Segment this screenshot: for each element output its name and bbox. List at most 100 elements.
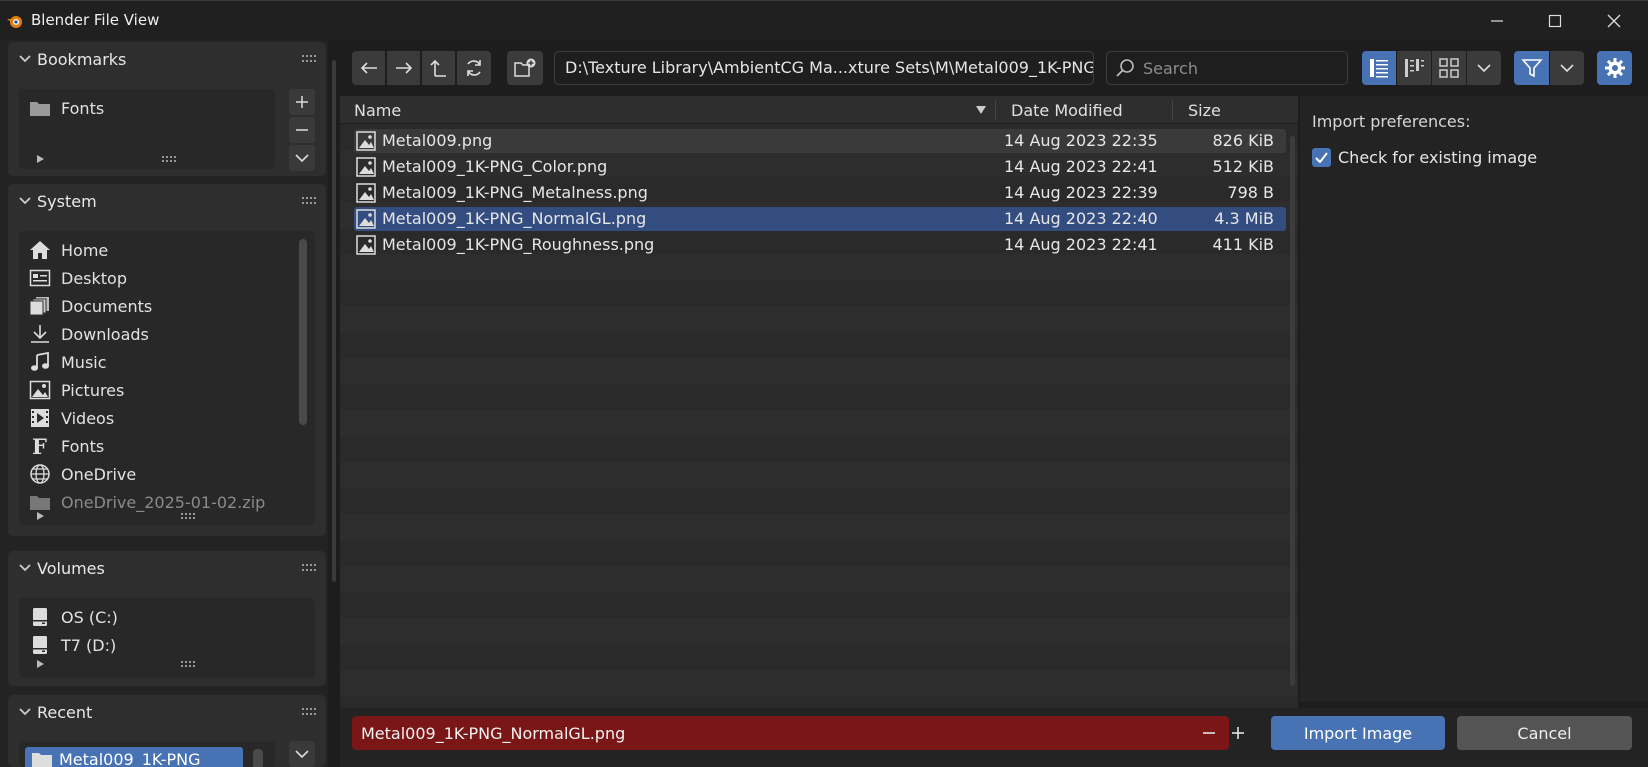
sidebar-item-music[interactable]: Music	[29, 349, 107, 375]
add-bookmark-button[interactable]	[289, 89, 315, 115]
maximize-button[interactable]	[1532, 5, 1578, 37]
cancel-button[interactable]: Cancel	[1457, 716, 1632, 750]
sidebar-item-pictures[interactable]: Pictures	[29, 377, 124, 403]
search-input[interactable]	[1143, 57, 1339, 79]
chevron-down-icon	[19, 564, 31, 572]
plus-icon[interactable]	[1231, 726, 1245, 740]
sidebar-item-recent-selected[interactable]: Metal009_1K-PNG	[25, 747, 243, 767]
sidebar-item-t7-d[interactable]: T7 (D:)	[29, 632, 116, 658]
search-field[interactable]	[1106, 51, 1348, 85]
system-header[interactable]: System	[8, 184, 326, 220]
sidebar-scrollbar[interactable]	[299, 239, 307, 425]
file-date: 14 Aug 2023 22:41	[1004, 235, 1158, 254]
expand-arrow-icon[interactable]	[37, 512, 44, 520]
thumbnail-view-button[interactable]	[1432, 51, 1466, 85]
column-date-header[interactable]: Date Modified	[1011, 101, 1123, 120]
file-row[interactable]: Metal009_1K-PNG_NormalGL.png 14 Aug 2023 …	[354, 207, 1286, 231]
volumes-header[interactable]: Volumes	[8, 551, 326, 587]
drag-grip-icon[interactable]	[302, 55, 316, 63]
file-date: 14 Aug 2023 22:41	[1004, 157, 1158, 176]
remove-bookmark-button[interactable]	[289, 117, 315, 143]
sidebar-item-os-c[interactable]: OS (C:)	[29, 604, 118, 630]
back-button[interactable]	[352, 51, 385, 85]
sidebar-item-label: Metal009_1K-PNG	[59, 750, 201, 767]
sort-descending-icon[interactable]	[976, 106, 986, 114]
parent-directory-button[interactable]	[422, 51, 455, 85]
sidebar: Bookmarks Fonts System Home Desktop Docu…	[0, 40, 328, 767]
recent-header[interactable]: Recent	[8, 695, 326, 731]
sidebar-item-home[interactable]: Home	[29, 237, 108, 263]
column-divider[interactable]	[1172, 100, 1173, 120]
recent-menu-button[interactable]	[289, 741, 315, 767]
image-file-icon	[356, 209, 376, 229]
checkmark-icon	[1315, 151, 1328, 163]
row-stripe	[340, 514, 1298, 540]
minus-icon[interactable]	[1202, 726, 1216, 740]
sidebar-item-onedrive[interactable]: OneDrive	[29, 461, 136, 487]
resize-dots-icon[interactable]	[162, 156, 178, 164]
drag-grip-icon[interactable]	[302, 564, 316, 572]
directory-path-field[interactable]: D:\Texture Library\AmbientCG Ma...xture …	[554, 51, 1094, 85]
volumes-list: OS (C:) T7 (D:)	[19, 598, 315, 678]
recent-scrollbar[interactable]	[253, 749, 263, 767]
filename-input[interactable]	[361, 722, 1131, 744]
file-row[interactable]: Metal009.png 14 Aug 2023 22:35 826 KiB	[354, 129, 1286, 153]
import-image-button[interactable]: Import Image	[1271, 716, 1445, 750]
file-list-scrollbar[interactable]	[1290, 136, 1295, 686]
sidebar-scrollbar-handle[interactable]	[332, 60, 336, 582]
row-stripe	[340, 592, 1298, 618]
chevron-down-icon	[19, 55, 31, 63]
check-existing-option[interactable]: Check for existing image	[1312, 146, 1537, 168]
sidebar-item-downloads[interactable]: Downloads	[29, 321, 149, 347]
column-divider[interactable]	[995, 100, 996, 120]
file-row[interactable]: Metal009_1K-PNG_Roughness.png 14 Aug 2023…	[354, 233, 1286, 257]
forward-button[interactable]	[387, 51, 420, 85]
sidebar-item-onedrive-zip[interactable]: OneDrive_2025-01-02.zip	[29, 489, 265, 515]
close-button[interactable]	[1591, 5, 1637, 37]
font-icon: F	[29, 435, 51, 457]
display-options-dropdown[interactable]	[1467, 51, 1501, 85]
resize-dots-icon[interactable]	[181, 513, 197, 521]
refresh-button[interactable]	[457, 51, 491, 85]
filter-toggle-button[interactable]	[1514, 51, 1549, 85]
new-folder-button[interactable]	[507, 51, 543, 85]
globe-icon	[29, 463, 51, 485]
bookmarks-header[interactable]: Bookmarks	[8, 42, 326, 78]
recent-list: Metal009_1K-PNG	[19, 741, 275, 767]
sidebar-item-fonts[interactable]: F Fonts	[29, 433, 104, 459]
vertical-list-view-button[interactable]	[1362, 51, 1396, 85]
checkbox[interactable]	[1312, 147, 1331, 167]
resize-dots-icon[interactable]	[181, 661, 197, 669]
drag-grip-icon[interactable]	[302, 197, 316, 205]
row-stripe	[340, 306, 1298, 332]
sidebar-item-label: T7 (D:)	[61, 635, 117, 655]
expand-arrow-icon[interactable]	[37, 155, 44, 163]
filter-options-dropdown[interactable]	[1550, 51, 1584, 85]
minimize-button[interactable]	[1474, 5, 1520, 37]
sidebar-item-bookmark-fonts[interactable]: Fonts	[29, 95, 104, 121]
video-icon	[29, 407, 51, 429]
drag-grip-icon[interactable]	[302, 708, 316, 716]
sidebar-item-documents[interactable]: Documents	[29, 293, 152, 319]
sidebar-item-desktop[interactable]: Desktop	[29, 265, 127, 291]
file-row[interactable]: Metal009_1K-PNG_Color.png 14 Aug 2023 22:…	[354, 155, 1286, 179]
column-size-header[interactable]: Size	[1188, 101, 1221, 120]
sidebar-item-label: Fonts	[61, 98, 105, 118]
row-stripe	[340, 618, 1298, 644]
column-headers: Name Date Modified Size	[340, 96, 1298, 124]
sidebar-item-videos[interactable]: Videos	[29, 405, 114, 431]
file-row[interactable]: Metal009_1K-PNG_Metalness.png 14 Aug 2023…	[354, 181, 1286, 205]
column-name-header[interactable]: Name	[354, 101, 401, 120]
volumes-panel: Volumes OS (C:) T7 (D:)	[8, 551, 326, 686]
horizontal-list-view-button[interactable]	[1397, 51, 1431, 85]
filename-field[interactable]	[352, 716, 1244, 750]
sidebar-divider[interactable]	[330, 40, 338, 767]
search-icon	[1116, 59, 1134, 77]
settings-toggle-button[interactable]	[1597, 51, 1632, 85]
expand-arrow-icon[interactable]	[37, 660, 44, 668]
bookmark-menu-button[interactable]	[289, 145, 315, 171]
close-icon	[1607, 14, 1621, 28]
folder-icon	[29, 491, 51, 513]
sidebar-item-label: Home	[61, 240, 109, 260]
recent-title: Recent	[37, 703, 93, 722]
